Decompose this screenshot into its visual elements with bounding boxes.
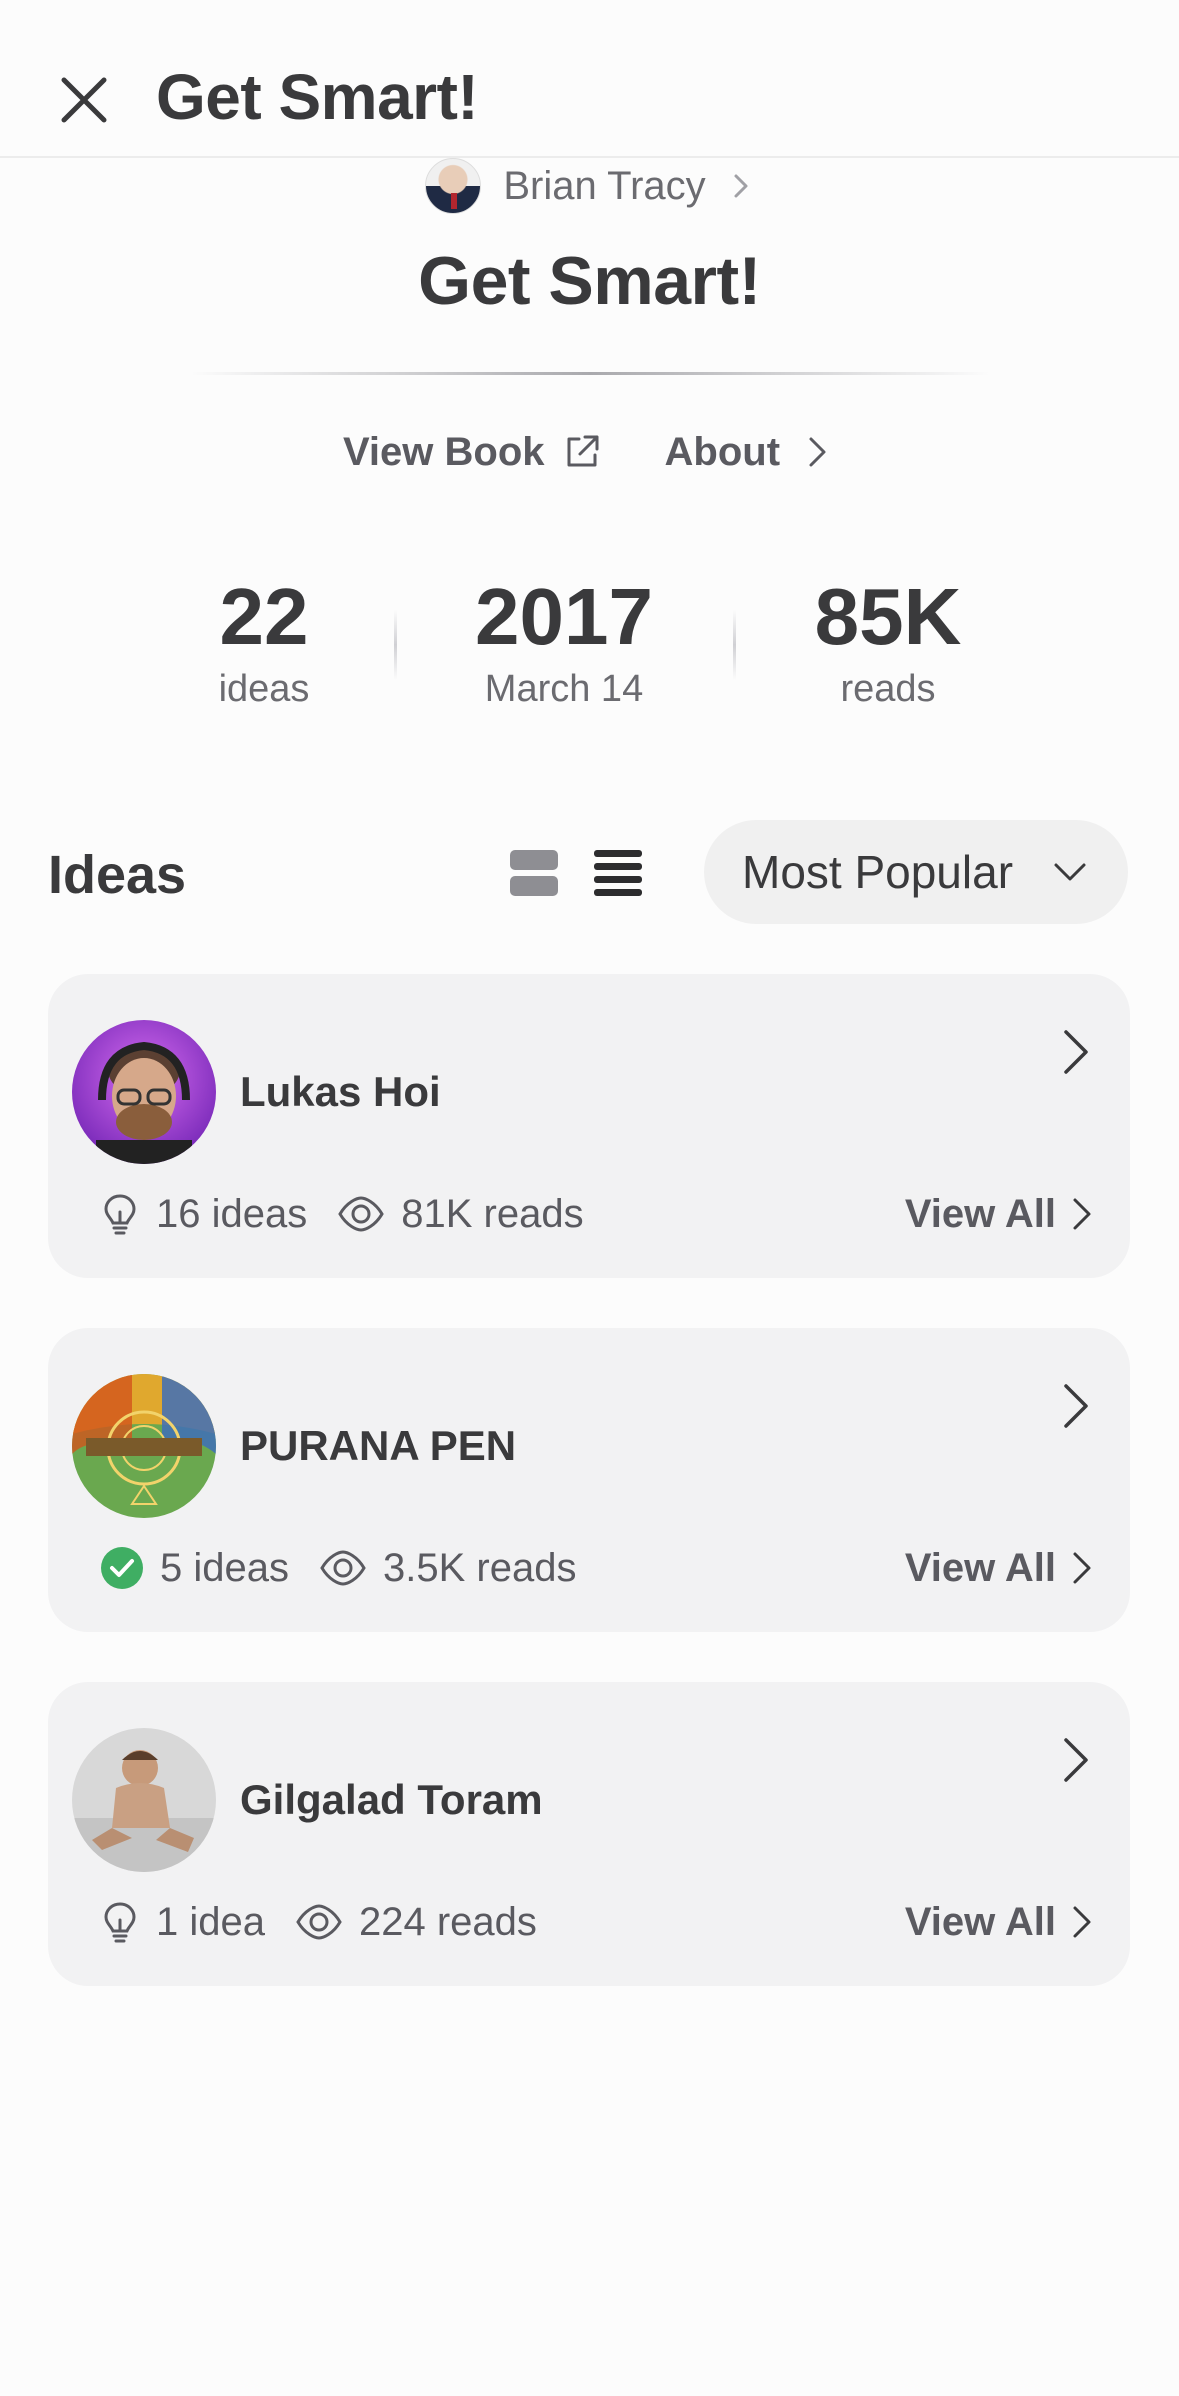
stat-label: March 14 — [484, 668, 644, 710]
author-link[interactable]: Brian Tracy — [0, 158, 1179, 214]
book-page: Get Smart! Brian Tracy Get Smart! View B… — [0, 0, 1179, 2396]
sort-dropdown[interactable]: Most Popular — [704, 820, 1128, 924]
eye-icon — [320, 1550, 366, 1586]
sort-label: Most Popular — [742, 846, 1014, 898]
top-bar: Get Smart! — [0, 0, 1179, 158]
view-all-link[interactable]: View All — [905, 1184, 1094, 1244]
stat-divider — [394, 610, 397, 680]
lightbulb-icon — [104, 1194, 136, 1235]
author-name: Brian Tracy — [503, 163, 706, 208]
view-all-link[interactable]: View All — [905, 1538, 1094, 1598]
idea-card[interactable]: Lukas Hoi 16 ideas 81K reads View All — [48, 974, 1130, 1278]
stat-value: 2017 — [475, 572, 653, 661]
verified-check-icon — [101, 1547, 143, 1589]
chevron-right-icon — [1073, 1198, 1091, 1230]
card-meta: 5 ideas 3.5K reads — [100, 1538, 606, 1598]
chevron-right-icon — [1073, 1906, 1091, 1938]
about-label: About — [664, 429, 781, 474]
stat-reads: 85K reads — [758, 572, 1018, 711]
avatar — [72, 1020, 216, 1164]
title-divider — [190, 372, 990, 375]
avatar — [72, 1374, 216, 1518]
author-name: Lukas Hoi — [240, 1068, 441, 1115]
eye-icon — [296, 1904, 342, 1940]
external-link-icon — [567, 435, 599, 467]
avatar — [72, 1728, 216, 1872]
view-all-label: View All — [904, 1899, 1056, 1944]
reads-count: 3.5K reads — [382, 1545, 577, 1590]
ideas-header: Ideas Most Popular — [0, 820, 1179, 924]
stat-value: 22 — [219, 572, 309, 661]
idea-card[interactable]: Gilgalad Toram 1 idea 224 reads View All — [48, 1682, 1130, 1986]
chevron-down-icon — [1054, 863, 1086, 881]
ideas-heading: Ideas — [48, 845, 187, 905]
view-all-label: View All — [904, 1191, 1056, 1236]
view-all-label: View All — [904, 1545, 1056, 1590]
chevron-right-icon — [734, 174, 748, 198]
chevron-right-icon — [1073, 1552, 1091, 1584]
author-avatar — [425, 158, 482, 214]
stat-divider — [733, 610, 736, 680]
ideas-count: 16 ideas — [156, 1191, 308, 1236]
chevron-right-icon[interactable] — [1058, 1026, 1094, 1078]
stat-value: 85K — [814, 572, 962, 661]
ideas-count: 5 ideas — [160, 1545, 289, 1590]
stat-ideas: 22 ideas — [134, 572, 394, 711]
book-links: View Book About — [0, 420, 1179, 484]
view-book-link[interactable]: View Book — [343, 430, 601, 475]
grid-view-icon[interactable] — [508, 848, 560, 898]
reads-count: 81K reads — [401, 1191, 584, 1236]
lightbulb-icon — [104, 1902, 136, 1943]
author-name: PURANA PEN — [240, 1422, 517, 1469]
about-link[interactable]: About — [665, 430, 837, 475]
book-stats: 22 ideas 2017 March 14 85K reads — [0, 572, 1179, 722]
view-book-label: View Book — [342, 429, 545, 474]
eye-icon — [338, 1196, 384, 1232]
chevron-right-icon — [809, 437, 826, 467]
stat-label: ideas — [218, 668, 310, 710]
card-meta: 1 idea 224 reads — [100, 1892, 567, 1952]
reads-count: 224 reads — [358, 1899, 537, 1944]
book-title: Get Smart! — [418, 243, 761, 319]
card-meta: 16 ideas 81K reads — [100, 1184, 614, 1244]
chevron-right-icon[interactable] — [1058, 1734, 1094, 1786]
stat-date: 2017 March 14 — [434, 572, 694, 711]
ideas-count: 1 idea — [156, 1899, 265, 1944]
chevron-right-icon[interactable] — [1058, 1380, 1094, 1432]
close-icon[interactable] — [56, 72, 112, 128]
page-title: Get Smart! — [156, 61, 479, 133]
author-name: Gilgalad Toram — [240, 1776, 543, 1823]
stat-label: reads — [840, 668, 936, 710]
idea-card[interactable]: PURANA PEN 5 ideas 3.5K reads View All — [48, 1328, 1130, 1632]
view-all-link[interactable]: View All — [905, 1892, 1094, 1952]
list-view-icon[interactable] — [592, 848, 644, 898]
